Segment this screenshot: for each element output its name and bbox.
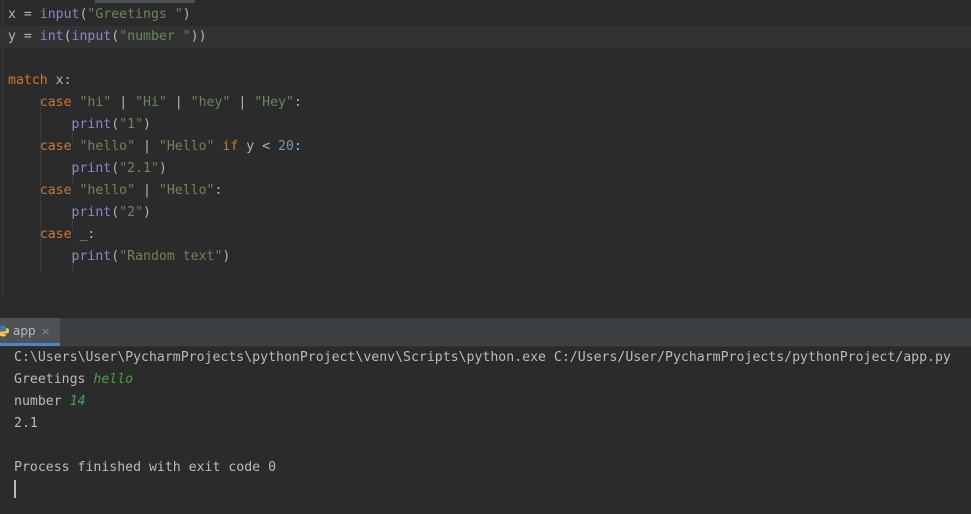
- code-token: (: [111, 205, 120, 220]
- code-token: (: [111, 29, 120, 44]
- code-token: if: [222, 139, 239, 154]
- code-token: "Hello": [158, 139, 215, 154]
- console-line-number: number 14: [14, 391, 85, 413]
- run-tab-app[interactable]: app ×: [0, 318, 60, 346]
- code-token: :: [293, 139, 302, 154]
- code-line[interactable]: print("2"): [8, 202, 151, 224]
- code-token: x:: [47, 73, 72, 88]
- code-line[interactable]: case _:: [8, 224, 96, 246]
- horizontal-scroll-thumb[interactable]: [95, 0, 195, 3]
- console-prompt: number: [14, 394, 70, 409]
- console-line-greetings: Greetings hello: [14, 369, 133, 391]
- code-token: "1": [119, 117, 144, 132]
- console-caret: [14, 480, 16, 498]
- code-token: "hey": [190, 95, 231, 110]
- close-icon[interactable]: ×: [41, 318, 50, 345]
- code-token: :: [214, 183, 223, 198]
- code-line[interactable]: x = input("Greetings "): [8, 4, 191, 26]
- python-file-icon: [0, 325, 9, 337]
- code-token: "Hello": [158, 183, 215, 198]
- console-output-line: 2.1: [14, 416, 38, 431]
- code-token: int: [39, 29, 64, 44]
- code-token: _:: [71, 227, 96, 242]
- code-token: ): [158, 161, 167, 176]
- code-editor[interactable]: x = input("Greetings ") y = int(input("nu…: [0, 0, 971, 297]
- code-line[interactable]: case "hello" | "Hello":: [8, 180, 223, 202]
- code-line[interactable]: case "hi" | "Hi" | "hey" | "Hey":: [8, 92, 302, 114]
- code-token: (: [111, 249, 120, 264]
- code-token: "hello": [79, 183, 136, 198]
- code-token: "2.1": [119, 161, 159, 176]
- console-command-line: C:\Users\User\PycharmProjects\pythonProj…: [14, 350, 951, 365]
- code-line[interactable]: print("Random text"): [8, 246, 231, 268]
- code-token: )): [190, 29, 207, 44]
- panel-separator: [0, 296, 971, 318]
- code-token: "Random text": [119, 249, 223, 264]
- code-token: input: [71, 29, 112, 44]
- code-token: case: [39, 183, 72, 198]
- code-token: print: [71, 249, 112, 264]
- code-token: |: [111, 95, 136, 110]
- code-token: case: [39, 227, 72, 242]
- code-token: |: [166, 95, 191, 110]
- code-token: |: [135, 139, 159, 154]
- code-token: "Hi": [135, 95, 167, 110]
- code-token: ): [143, 205, 151, 220]
- console-prompt: Greetings: [14, 372, 94, 387]
- code-token: match: [8, 73, 48, 88]
- console-user-input: hello: [93, 372, 134, 387]
- code-token: ): [182, 7, 191, 22]
- code-token: "hi": [79, 95, 112, 110]
- code-token: "Hey": [254, 95, 294, 110]
- code-token: (: [111, 117, 120, 132]
- code-token: case: [39, 95, 72, 110]
- code-line[interactable]: y = int(input("number ")): [0, 26, 971, 48]
- code-token: (: [63, 29, 72, 44]
- code-token: input: [39, 7, 80, 22]
- code-line[interactable]: case "hello" | "Hello" if y < 20:: [8, 136, 302, 158]
- code-token: x =: [8, 7, 40, 22]
- code-token: ): [222, 249, 231, 264]
- run-console[interactable]: C:\Users\User\PycharmProjects\pythonProj…: [0, 347, 971, 514]
- code-token: (: [111, 161, 120, 176]
- code-token: case: [39, 139, 72, 154]
- code-token: "number ": [119, 29, 191, 44]
- code-line[interactable]: match x:: [8, 70, 72, 92]
- console-user-input: 14: [69, 394, 86, 409]
- code-line[interactable]: print("2.1"): [8, 158, 167, 180]
- console-exit-message: Process finished with exit code 0: [14, 460, 277, 475]
- code-token: print: [71, 161, 112, 176]
- run-tool-window-tabbar: app ×: [0, 318, 971, 347]
- code-token: y <: [238, 139, 279, 154]
- code-token: |: [230, 95, 255, 110]
- code-token: y =: [8, 29, 40, 44]
- code-token: "2": [119, 205, 144, 220]
- code-token: :: [293, 95, 302, 110]
- code-token: "hello": [79, 139, 136, 154]
- code-token: print: [71, 205, 112, 220]
- code-token: ): [143, 117, 151, 132]
- run-tab-label: app: [13, 324, 36, 338]
- code-token: 20: [278, 139, 294, 154]
- code-line[interactable]: print("1"): [8, 114, 151, 136]
- code-token: |: [135, 183, 159, 198]
- code-token: print: [71, 117, 112, 132]
- code-token: "Greetings ": [87, 7, 183, 22]
